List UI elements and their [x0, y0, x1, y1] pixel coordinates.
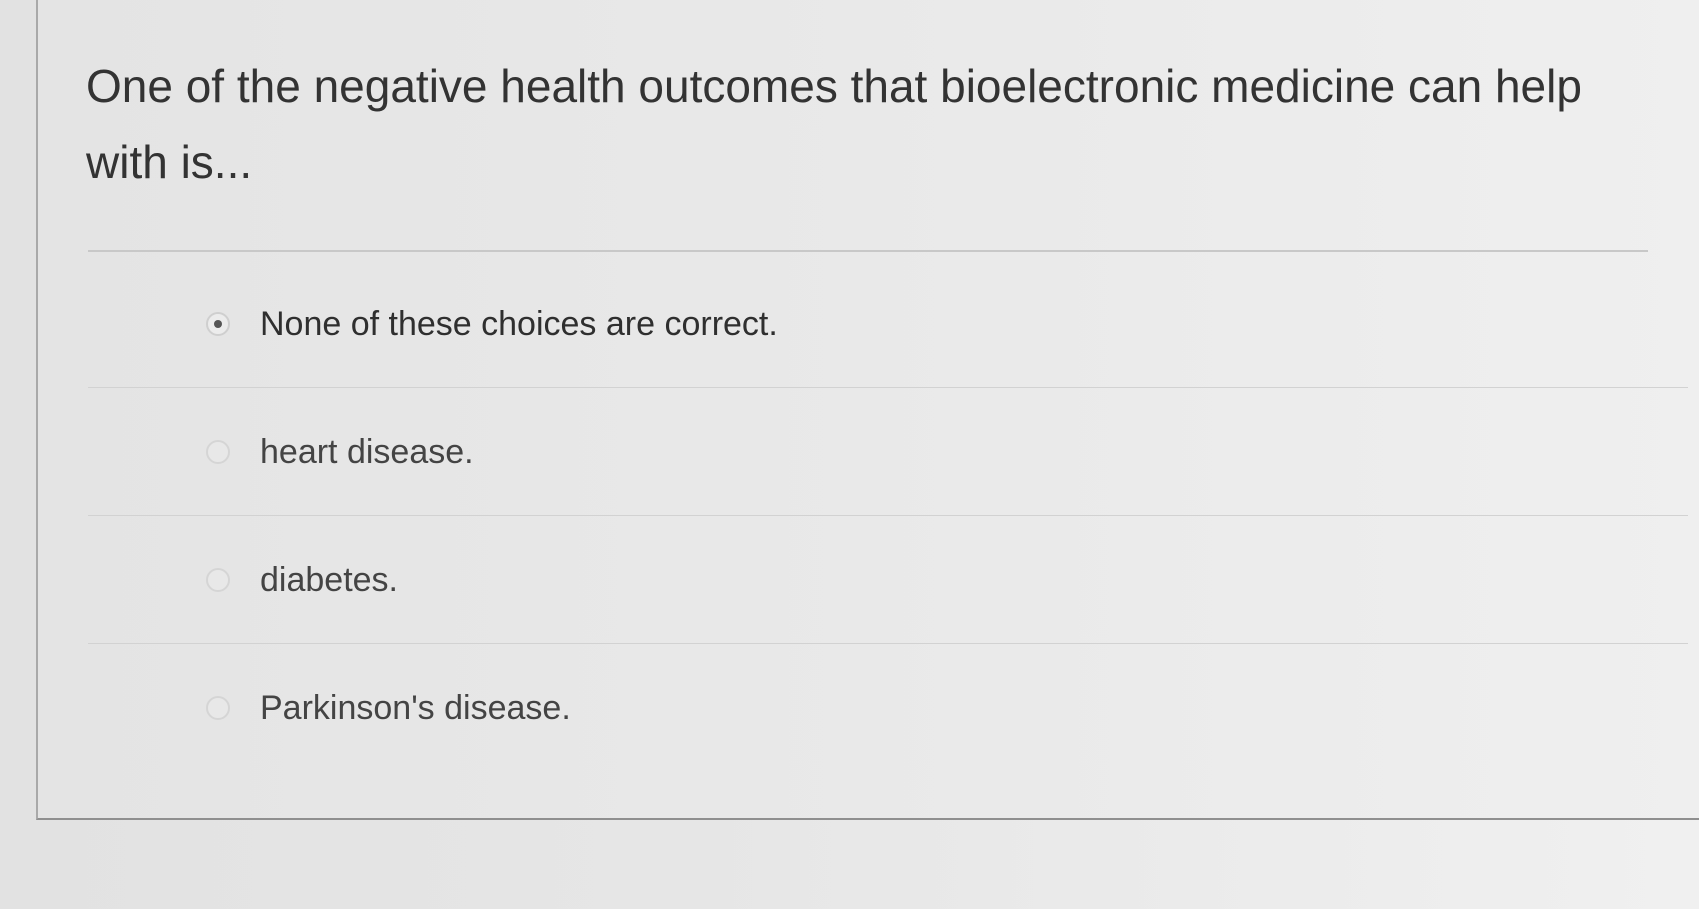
answer-label: None of these choices are correct. [260, 305, 778, 343]
answer-option-none-of-these[interactable]: None of these choices are correct. [88, 260, 1688, 388]
radio-button[interactable] [206, 568, 230, 592]
question-divider [88, 250, 1648, 252]
question-text: One of the negative health outcomes that… [86, 60, 1582, 188]
radio-dot [214, 320, 222, 328]
answer-option-parkinsons-disease[interactable]: Parkinson's disease. [88, 644, 1688, 772]
answer-label: heart disease. [260, 433, 474, 471]
answer-label: diabetes. [260, 561, 398, 599]
answer-label: Parkinson's disease. [260, 689, 571, 727]
radio-button[interactable] [206, 696, 230, 720]
answer-option-diabetes[interactable]: diabetes. [88, 516, 1688, 644]
answer-option-heart-disease[interactable]: heart disease. [88, 388, 1688, 516]
radio-button[interactable] [206, 440, 230, 464]
answer-list: None of these choices are correct. heart… [88, 260, 1688, 772]
page: One of the negative health outcomes that… [0, 0, 1699, 909]
question-card: One of the negative health outcomes that… [36, 0, 1699, 820]
radio-button-selected[interactable] [206, 312, 230, 336]
